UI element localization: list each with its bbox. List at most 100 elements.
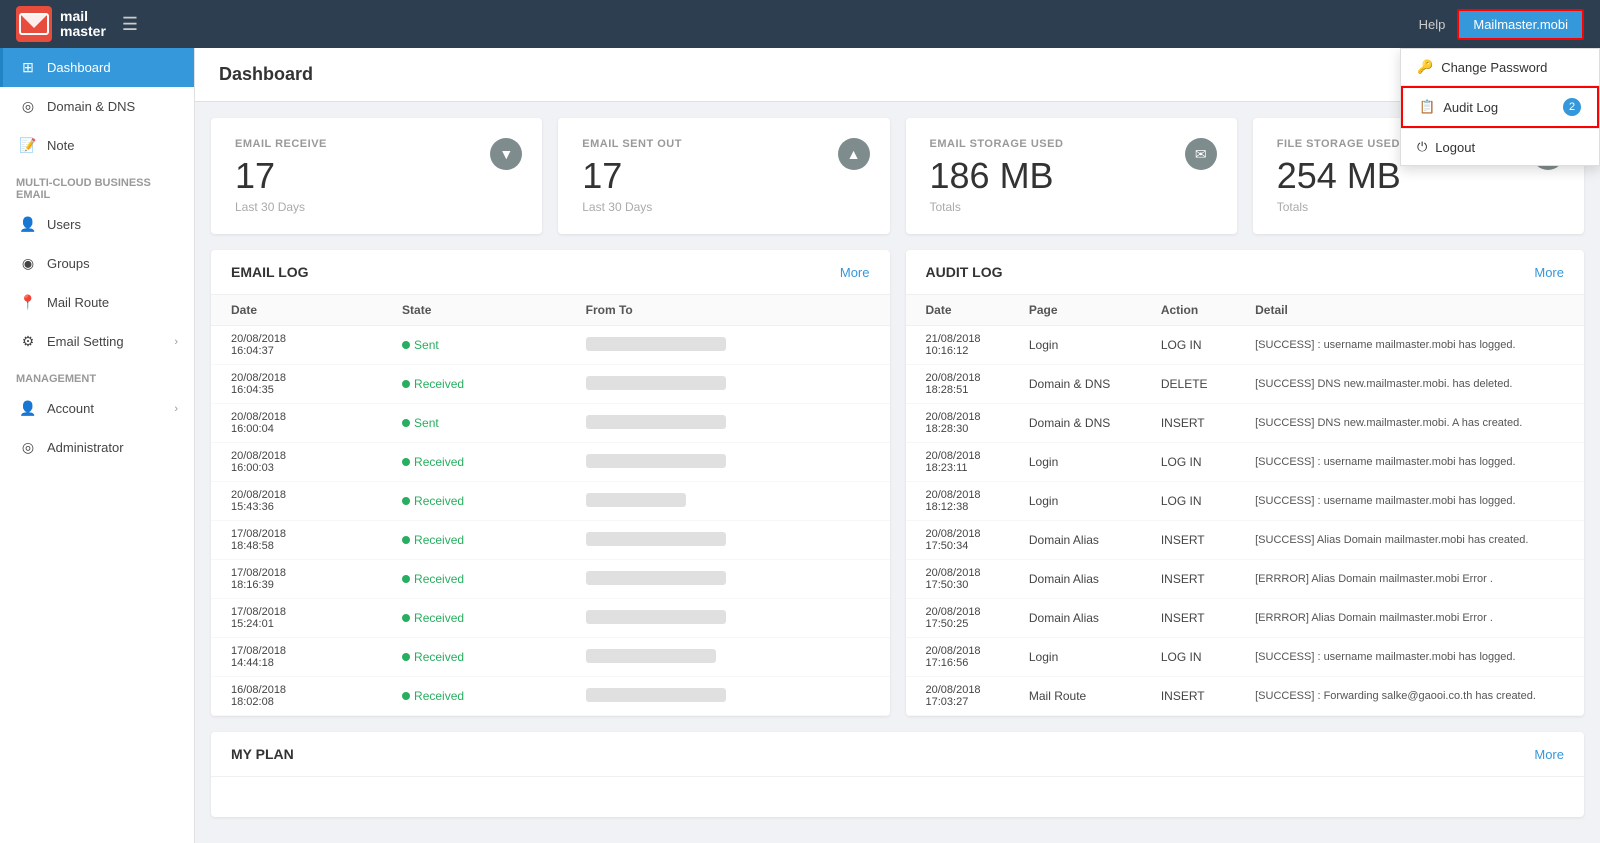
cell-date: 20/08/2018 16:00:03 [211, 443, 382, 482]
my-plan-more-link[interactable]: More [1534, 747, 1564, 762]
cell-fromto [566, 599, 890, 638]
sidebar-item-note[interactable]: 📝 Note [0, 126, 194, 165]
email-log-header-row: Date State From To [211, 295, 890, 326]
sidebar-item-account[interactable]: 👤 Account › [0, 389, 194, 428]
table-row: 20/08/2018 18:28:51 Domain & DNS DELETE … [906, 365, 1585, 404]
table-row: 20/08/2018 17:03:27 Mail Route INSERT [S… [906, 677, 1585, 716]
table-row: 17/08/2018 14:44:18 Received [211, 638, 890, 677]
cell-state: Sent [382, 326, 566, 365]
table-row: 20/08/2018 18:23:11 Login LOG IN [SUCCES… [906, 443, 1585, 482]
cell-date: 20/08/2018 17:03:27 [906, 677, 1009, 716]
my-plan-section: MY PLAN More [211, 732, 1584, 817]
audit-log-item[interactable]: 📋 Audit Log 2 [1401, 86, 1599, 128]
cell-page: Domain & DNS [1009, 404, 1141, 443]
cell-detail: [SUCCESS] : username mailmaster.mobi has… [1235, 482, 1584, 521]
sidebar-item-domain-dns[interactable]: ◎ Domain & DNS [0, 87, 194, 126]
cell-state: Received [382, 677, 566, 716]
table-row: 20/08/2018 17:50:25 Domain Alias INSERT … [906, 599, 1585, 638]
audit-log-more-link[interactable]: More [1534, 265, 1564, 280]
my-plan-header: MY PLAN More [211, 732, 1584, 777]
my-plan-title: MY PLAN [231, 746, 294, 762]
from-to-value [586, 337, 726, 351]
status-dot [402, 419, 410, 427]
stat-title-email-storage: EMAIL STORAGE USED [930, 138, 1213, 150]
audit-log-header-row: Date Page Action Detail [906, 295, 1585, 326]
cell-page: Domain Alias [1009, 560, 1141, 599]
cell-action: LOG IN [1141, 443, 1235, 482]
cell-detail: [SUCCESS] DNS new.mailmaster.mobi. A has… [1235, 404, 1584, 443]
stat-card-email-receive: EMAIL RECEIVE 17 Last 30 Days ▼ [211, 118, 542, 234]
power-icon: ⏻ [1417, 139, 1427, 155]
topnav: mail master ☰ Help Mailmaster.mobi 🔑 Cha… [0, 0, 1600, 48]
col-date2: Date [906, 295, 1009, 326]
content-area: Dashboard EMAIL RECEIVE 17 Last 30 Days … [195, 48, 1600, 843]
from-to-value [586, 493, 686, 507]
stat-value-email-sent: 17 [582, 158, 865, 194]
cell-date: 17/08/2018 14:44:18 [211, 638, 382, 677]
cell-action: LOG IN [1141, 482, 1235, 521]
user-dropdown-menu: 🔑 Change Password 📋 Audit Log 2 ⏻ Logout [1400, 48, 1600, 166]
stat-icon-email-sent: ▲ [838, 138, 870, 170]
from-to-value [586, 571, 726, 585]
my-plan-card: MY PLAN More [211, 732, 1584, 817]
email-log-more-link[interactable]: More [840, 265, 870, 280]
stat-value-email-receive: 17 [235, 158, 518, 194]
cell-fromto [566, 443, 890, 482]
cell-fromto [566, 365, 890, 404]
sidebar-item-groups[interactable]: ◉ Groups [0, 244, 194, 283]
sidebar-item-email-setting[interactable]: ⚙ Email Setting › [0, 322, 194, 361]
col-date: Date [211, 295, 382, 326]
cell-fromto [566, 482, 890, 521]
cell-date: 20/08/2018 17:50:30 [906, 560, 1009, 599]
col-fromto: From To [566, 295, 890, 326]
user-menu-button[interactable]: Mailmaster.mobi [1457, 9, 1584, 40]
audit-log-header: AUDIT LOG More [906, 250, 1585, 295]
help-link[interactable]: Help [1419, 17, 1446, 32]
sidebar-section-multicloud: Multi-Cloud Business Email [0, 165, 194, 205]
table-row: 17/08/2018 18:16:39 Received [211, 560, 890, 599]
stat-title-email-sent: EMAIL SENT OUT [582, 138, 865, 150]
arrow-icon: › [174, 336, 178, 348]
stat-icon-email-storage: ✉ [1185, 138, 1217, 170]
sidebar: ⊞ Dashboard ◎ Domain & DNS 📝 Note Multi-… [0, 48, 195, 843]
cell-detail: [SUCCESS] DNS new.mailmaster.mobi. has d… [1235, 365, 1584, 404]
cell-fromto [566, 638, 890, 677]
note-icon: 📝 [19, 137, 37, 154]
change-password-item[interactable]: 🔑 Change Password [1401, 49, 1599, 85]
stat-card-email-storage: EMAIL STORAGE USED 186 MB Totals ✉ [906, 118, 1237, 234]
cell-page: Domain & DNS [1009, 365, 1141, 404]
from-to-value [586, 649, 716, 663]
status-dot [402, 575, 410, 583]
status-dot [402, 653, 410, 661]
cell-fromto [566, 677, 890, 716]
table-row: 20/08/2018 16:00:03 Received [211, 443, 890, 482]
status-dot [402, 380, 410, 388]
cell-date: 20/08/2018 17:50:25 [906, 599, 1009, 638]
email-log-body: 20/08/2018 16:04:37 Sent 20/08/2018 16:0… [211, 326, 890, 716]
status-dot [402, 692, 410, 700]
cell-state: Received [382, 638, 566, 677]
audit-log-table: Date Page Action Detail 21/08/2018 10:16… [906, 295, 1585, 716]
cell-page: Login [1009, 482, 1141, 521]
sidebar-item-dashboard[interactable]: ⊞ Dashboard [0, 48, 194, 87]
from-to-value [586, 376, 726, 390]
sidebar-item-mail-route[interactable]: 📍 Mail Route [0, 283, 194, 322]
cell-detail: [SUCCESS] : username mailmaster.mobi has… [1235, 443, 1584, 482]
stat-subtitle-email-sent: Last 30 Days [582, 200, 865, 214]
cell-fromto [566, 404, 890, 443]
sidebar-item-administrator[interactable]: ◎ Administrator [0, 428, 194, 467]
cell-date: 20/08/2018 17:50:34 [906, 521, 1009, 560]
table-row: 20/08/2018 17:16:56 Login LOG IN [SUCCES… [906, 638, 1585, 677]
audit-log-title: AUDIT LOG [926, 264, 1003, 280]
col-detail: Detail [1235, 295, 1584, 326]
cell-date: 20/08/2018 18:28:51 [906, 365, 1009, 404]
cell-action: INSERT [1141, 599, 1235, 638]
audit-log-badge: 2 [1563, 98, 1581, 116]
stat-subtitle-email-receive: Last 30 Days [235, 200, 518, 214]
stat-card-email-sent: EMAIL SENT OUT 17 Last 30 Days ▲ [558, 118, 889, 234]
sidebar-item-users[interactable]: 👤 Users [0, 205, 194, 244]
logout-item[interactable]: ⏻ Logout [1401, 129, 1599, 165]
hamburger-icon[interactable]: ☰ [122, 14, 138, 35]
cell-detail: [SUCCESS] : username mailmaster.mobi has… [1235, 638, 1584, 677]
topnav-right: Help Mailmaster.mobi [1419, 9, 1584, 40]
